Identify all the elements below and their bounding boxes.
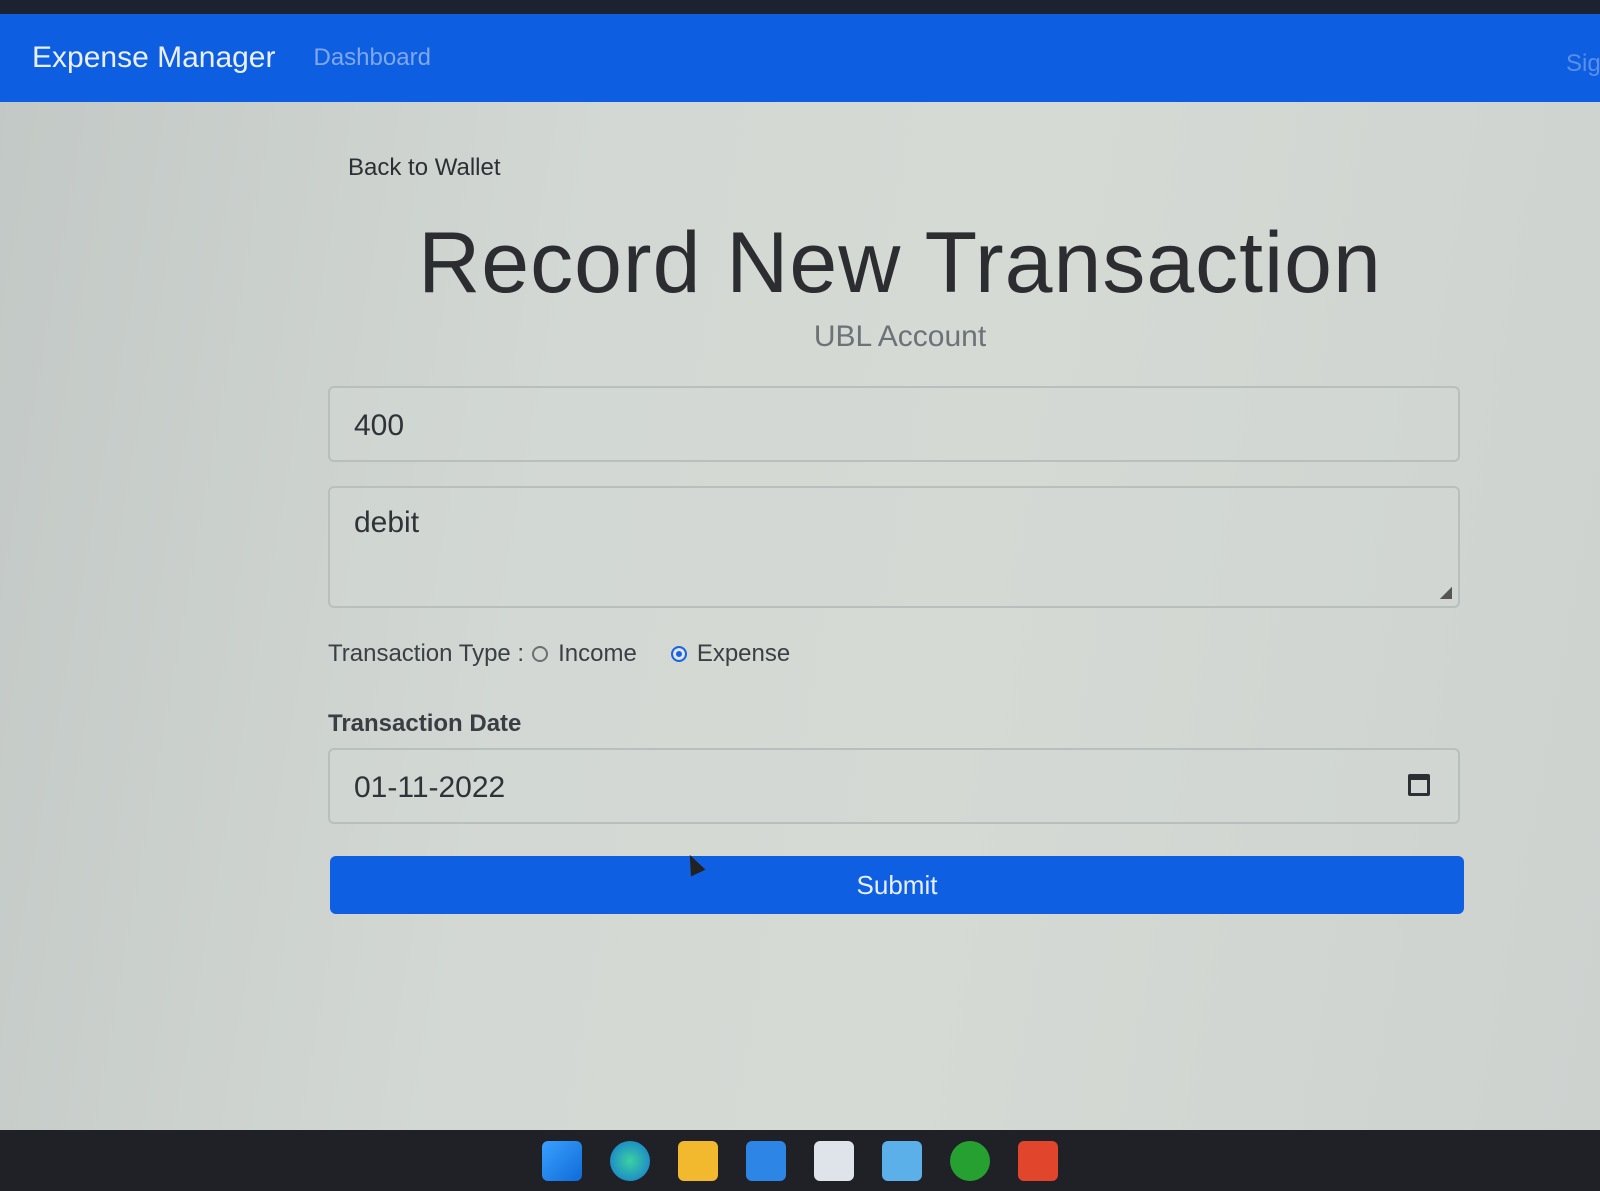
- income-radio[interactable]: [532, 646, 549, 662]
- xbox-icon[interactable]: [950, 1140, 990, 1181]
- taskbar: [0, 1130, 1600, 1191]
- description-value: debit: [354, 506, 420, 539]
- submit-button[interactable]: Submit: [330, 856, 1464, 914]
- brand-link[interactable]: Expense Manager: [32, 41, 276, 75]
- transaction-date-input[interactable]: 01-11-2022: [328, 748, 1460, 824]
- resize-handle-icon[interactable]: ◢: [1440, 582, 1452, 602]
- expense-radio[interactable]: [670, 646, 687, 662]
- navbar: Expense Manager Dashboard Sig: [0, 14, 1600, 102]
- store-icon[interactable]: [814, 1140, 854, 1181]
- calendar-icon[interactable]: [1408, 774, 1430, 796]
- account-subtitle: UBL Account: [813, 320, 987, 353]
- amount-input[interactable]: 400: [328, 386, 1460, 462]
- sign-out-link[interactable]: Sig: [1566, 50, 1600, 78]
- screen-bezel: [0, 0, 1600, 14]
- mail-icon[interactable]: [746, 1140, 786, 1181]
- browser-viewport: Expense Manager Dashboard Sig Back to Wa…: [0, 14, 1600, 1130]
- income-label[interactable]: Income: [558, 640, 637, 668]
- file-explorer-icon[interactable]: [678, 1140, 718, 1181]
- description-textarea[interactable]: debit ◢: [328, 486, 1460, 608]
- nav-dashboard-link[interactable]: Dashboard: [314, 44, 431, 72]
- brave-browser-icon[interactable]: [1018, 1140, 1058, 1181]
- transaction-type-group: Transaction Type : Income Expense: [328, 640, 816, 668]
- app-icon[interactable]: [882, 1140, 922, 1181]
- windows-start-icon[interactable]: [542, 1140, 582, 1181]
- transaction-type-label: Transaction Type :: [328, 640, 525, 667]
- back-to-wallet-link[interactable]: Back to Wallet: [348, 154, 501, 182]
- page-title: Record New Transaction: [418, 215, 1382, 311]
- transaction-date-label: Transaction Date: [328, 710, 522, 737]
- date-value: 01-11-2022: [354, 771, 506, 804]
- expense-label[interactable]: Expense: [697, 640, 790, 668]
- edge-browser-icon[interactable]: [610, 1140, 650, 1181]
